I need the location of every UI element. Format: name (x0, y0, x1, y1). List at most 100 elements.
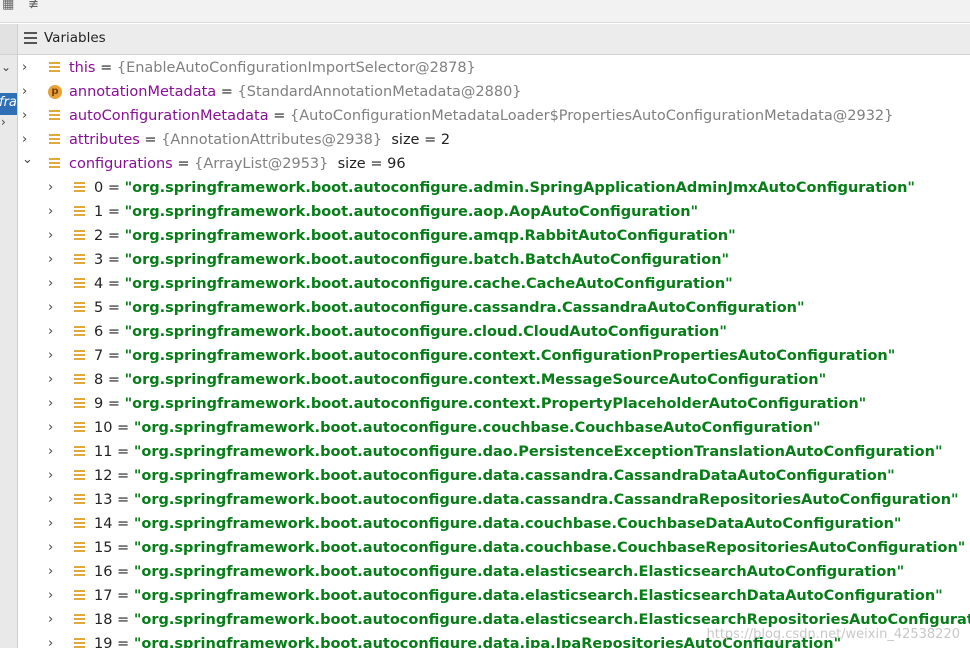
chevron-right-icon[interactable]: › (48, 584, 60, 608)
chevron-right-icon[interactable]: › (22, 104, 34, 128)
chevron-right-icon[interactable]: › (1, 115, 6, 129)
list-item-value: "org.springframework.boot.autoconfigure.… (133, 444, 943, 460)
field-icon (74, 398, 85, 410)
variables-icon (24, 32, 37, 45)
list-item[interactable]: › 2 = "org.springframework.boot.autoconfi… (18, 224, 968, 248)
chevron-right-icon[interactable]: › (48, 512, 60, 536)
field-icon (49, 110, 60, 122)
list-item-index: 18 = (94, 612, 134, 628)
watermark: https://blog.csdn.net/weixin_42538220 (706, 627, 960, 642)
list-item-value: "org.springframework.boot.autoconfigure.… (133, 564, 905, 580)
list-item-label: 15 = "org.springframework.boot.autoconfi… (94, 536, 965, 560)
selected-frame-label: fra (0, 95, 17, 110)
grid-icon[interactable]: ▦ (2, 0, 14, 11)
chevron-right-icon[interactable]: › (22, 56, 34, 80)
list-item[interactable]: › 14 = "org.springframework.boot.autoconf… (18, 512, 968, 536)
variable-name: annotationMetadata (69, 84, 217, 100)
variable-row[interactable]: › attributes = {AnnotationAttributes@2938… (18, 128, 958, 152)
chevron-right-icon[interactable]: › (48, 392, 60, 416)
field-icon (74, 614, 85, 626)
list-item[interactable]: › 17 = "org.springframework.boot.autoconf… (18, 584, 968, 608)
chevron-right-icon[interactable]: › (48, 608, 60, 632)
list-item-index: 1 = (94, 204, 125, 220)
variable-row[interactable]: › this = {EnableAutoConfigurationImportSe… (18, 56, 958, 80)
chevron-right-icon[interactable]: › (48, 536, 60, 560)
variable-value: {AutoConfigurationMetadataLoader$Propert… (290, 108, 894, 124)
list-item[interactable]: › 5 = "org.springframework.boot.autoconfi… (18, 296, 968, 320)
field-icon (49, 134, 60, 146)
chevron-right-icon[interactable]: › (48, 272, 60, 296)
list-item-index: 19 = (94, 636, 134, 648)
chevron-right-icon[interactable]: › (48, 632, 60, 648)
filter-icon[interactable]: ≢ (28, 0, 39, 11)
field-icon (74, 302, 85, 314)
list-item[interactable]: › 0 = "org.springframework.boot.autoconfi… (18, 176, 968, 200)
field-icon (74, 518, 85, 530)
header-gutter (0, 24, 18, 54)
list-item-label: 7 = "org.springframework.boot.autoconfig… (94, 344, 895, 368)
list-item-index: 9 = (94, 396, 125, 412)
field-icon (74, 254, 85, 266)
equals-sign: = (172, 156, 195, 172)
list-item-index: 16 = (94, 564, 134, 580)
variable-row[interactable]: › autoConfigurationMetadata = {AutoConfig… (18, 104, 958, 128)
chevron-right-icon[interactable]: › (48, 248, 60, 272)
list-item-label: 14 = "org.springframework.boot.autoconfi… (94, 512, 901, 536)
chevron-right-icon[interactable]: › (48, 416, 60, 440)
variable-value: {ArrayList@2953} (194, 156, 329, 172)
list-item-value: "org.springframework.boot.autoconfigure.… (124, 396, 867, 412)
field-icon (74, 446, 85, 458)
field-icon (74, 542, 85, 554)
list-item[interactable]: › 15 = "org.springframework.boot.autoconf… (18, 536, 968, 560)
list-item-value: "org.springframework.boot.autoconfigure.… (133, 468, 895, 484)
list-item[interactable]: › 4 = "org.springframework.boot.autoconfi… (18, 272, 968, 296)
list-item-index: 12 = (94, 468, 134, 484)
variable-row[interactable]: ⌄ configurations = {ArrayList@2953} size … (18, 152, 958, 176)
list-item[interactable]: › 12 = "org.springframework.boot.autoconf… (18, 464, 968, 488)
list-item[interactable]: › 11 = "org.springframework.boot.autoconf… (18, 440, 968, 464)
list-item-index: 2 = (94, 228, 125, 244)
list-item[interactable]: › 16 = "org.springframework.boot.autoconf… (18, 560, 968, 584)
list-item-label: 4 = "org.springframework.boot.autoconfig… (94, 272, 733, 296)
chevron-right-icon[interactable]: › (48, 344, 60, 368)
selected-frame[interactable]: fra (0, 93, 17, 115)
chevron-right-icon[interactable]: › (22, 80, 34, 104)
list-item[interactable]: › 8 = "org.springframework.boot.autoconfi… (18, 368, 968, 392)
variable-size: size = 2 (382, 132, 451, 148)
list-item[interactable]: › 1 = "org.springframework.boot.autoconfi… (18, 200, 968, 224)
list-item[interactable]: › 6 = "org.springframework.boot.autoconfi… (18, 320, 968, 344)
chevron-right-icon[interactable]: › (48, 488, 60, 512)
variable-label: autoConfigurationMetadata = {AutoConfigu… (69, 104, 893, 128)
chevron-right-icon[interactable]: › (48, 368, 60, 392)
list-item-value: "org.springframework.boot.autoconfigure.… (124, 204, 699, 220)
chevron-right-icon[interactable]: › (48, 224, 60, 248)
chevron-right-icon[interactable]: › (48, 320, 60, 344)
list-item[interactable]: › 7 = "org.springframework.boot.autoconfi… (18, 344, 968, 368)
variable-size: size = 96 (328, 156, 406, 172)
list-item-index: 13 = (94, 492, 134, 508)
list-item-label: 16 = "org.springframework.boot.autoconfi… (94, 560, 904, 584)
chevron-right-icon[interactable]: › (48, 200, 60, 224)
chevron-right-icon[interactable]: › (48, 560, 60, 584)
chevron-down-icon[interactable]: ⌄ (22, 148, 34, 172)
equals-sign: = (268, 108, 291, 124)
list-item-value: "org.springframework.boot.autoconfigure.… (124, 252, 730, 268)
variable-row[interactable]: › p annotationMetadata = {StandardAnnotati… (18, 80, 958, 104)
chevron-right-icon[interactable]: › (48, 176, 60, 200)
variable-name: autoConfigurationMetadata (69, 108, 269, 124)
chevron-down-icon[interactable]: ⌄ (1, 60, 11, 74)
variable-value: {AnnotationAttributes@2938} (161, 132, 383, 148)
chevron-right-icon[interactable]: › (48, 464, 60, 488)
chevron-right-icon[interactable]: › (48, 440, 60, 464)
variable-label: this = {EnableAutoConfigurationImportSel… (69, 56, 476, 80)
panel-title: Variables (44, 30, 106, 46)
chevron-right-icon[interactable]: › (48, 296, 60, 320)
variable-name: configurations (69, 156, 173, 172)
list-item-label: 9 = "org.springframework.boot.autoconfig… (94, 392, 866, 416)
list-item[interactable]: › 9 = "org.springframework.boot.autoconfi… (18, 392, 968, 416)
list-item[interactable]: › 10 = "org.springframework.boot.autoconf… (18, 416, 968, 440)
equals-sign: = (139, 132, 162, 148)
field-icon (49, 62, 60, 74)
list-item[interactable]: › 3 = "org.springframework.boot.autoconfi… (18, 248, 968, 272)
list-item[interactable]: › 13 = "org.springframework.boot.autoconf… (18, 488, 968, 512)
